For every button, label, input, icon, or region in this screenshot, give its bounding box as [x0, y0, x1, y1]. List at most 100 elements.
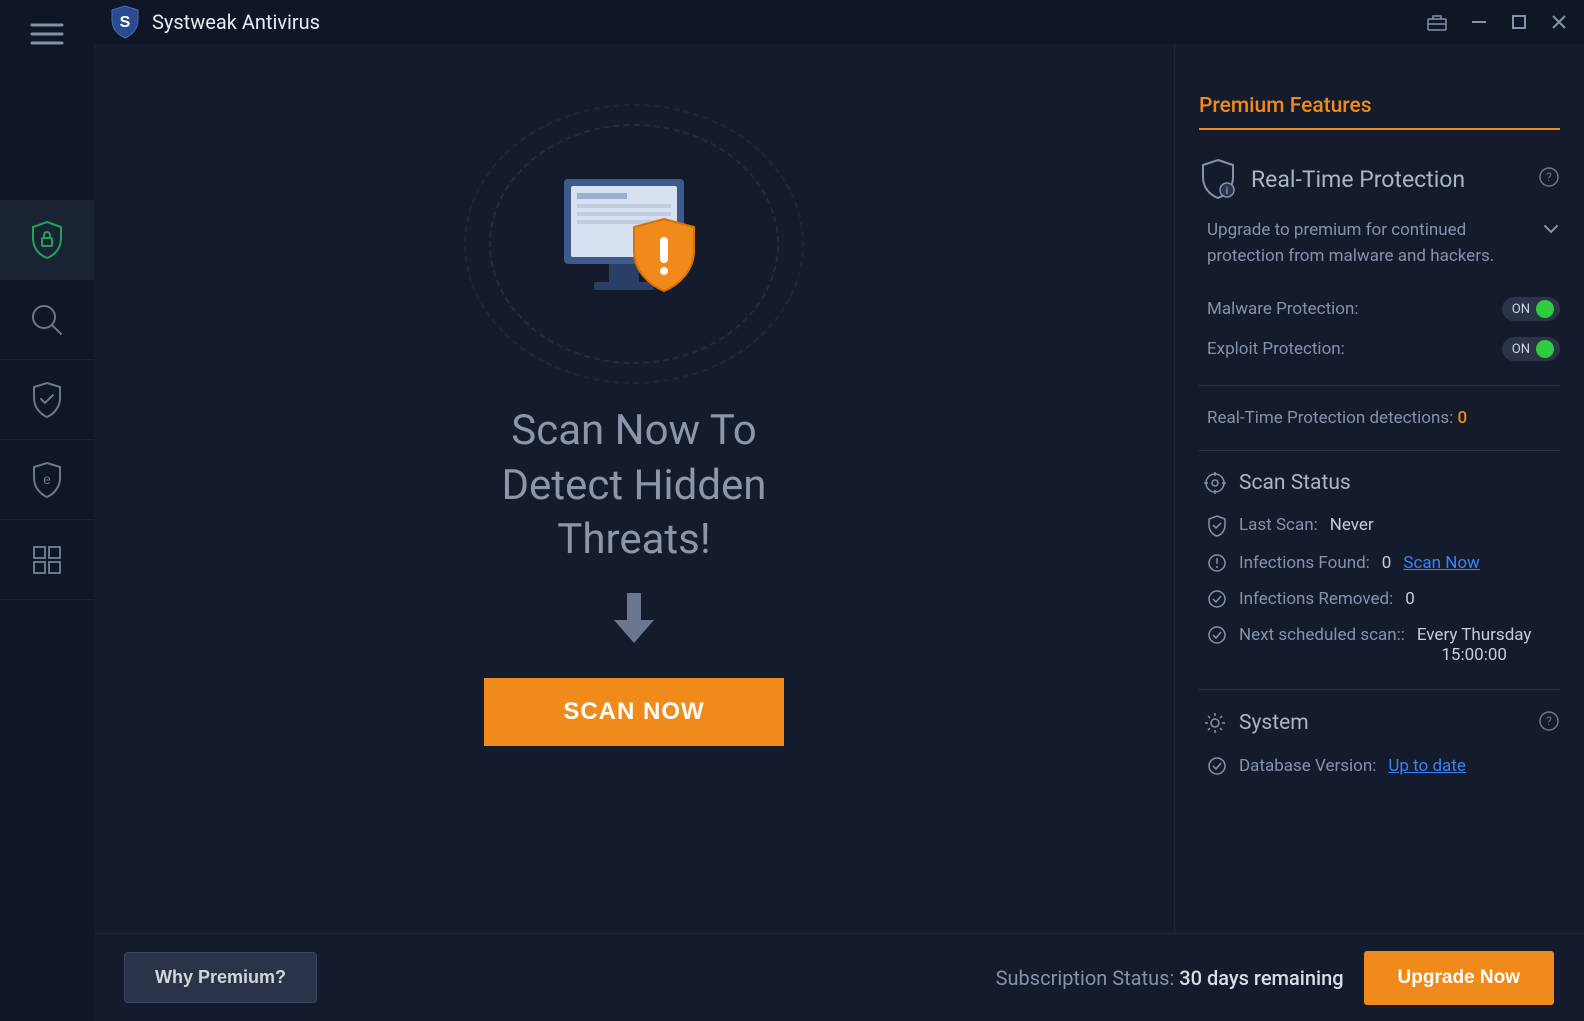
check-circle-icon	[1207, 756, 1227, 776]
toolbox-button[interactable]	[1426, 12, 1448, 32]
system-title: System	[1239, 711, 1309, 735]
last-scan-label: Last Scan:	[1239, 515, 1318, 535]
malware-protection-toggle[interactable]: ON	[1502, 297, 1560, 321]
svg-text:i: i	[1226, 186, 1229, 197]
malware-protection-row: Malware Protection: ON	[1199, 289, 1560, 329]
realtime-description: Upgrade to premium for continued protect…	[1207, 218, 1532, 269]
close-button[interactable]	[1550, 13, 1568, 31]
detections-row: Real-Time Protection detections: 0	[1199, 402, 1560, 434]
infections-found-row: Infections Found: 0 Scan Now	[1199, 545, 1560, 581]
next-scan-label: Next scheduled scan::	[1239, 625, 1405, 645]
chevron-down-icon	[1542, 223, 1560, 235]
maximize-button[interactable]	[1510, 13, 1528, 31]
check-circle-icon	[1207, 589, 1227, 609]
realtime-expand-button[interactable]	[1542, 218, 1560, 244]
app-root: e S Systweak Antivirus	[0, 0, 1584, 1021]
app-logo: S Systweak Antivirus	[110, 5, 320, 39]
next-scan-row: Next scheduled scan:: Every Thursday 15:…	[1199, 617, 1560, 673]
subscription-status: Subscription Status: 30 days remaining	[996, 966, 1344, 990]
last-scan-row: Last Scan: Never	[1199, 507, 1560, 545]
svg-text:e: e	[43, 471, 51, 487]
logo-shield-icon: S	[110, 5, 140, 39]
next-scan-value: Every Thursday	[1417, 625, 1532, 645]
premium-features-header: Premium Features	[1199, 94, 1560, 130]
minimize-icon	[1470, 13, 1488, 31]
shield-check-icon	[30, 381, 64, 419]
sidebar-item-quarantine[interactable]	[0, 360, 94, 440]
minimize-button[interactable]	[1470, 13, 1488, 31]
system-help-button[interactable]: ?	[1538, 710, 1560, 736]
exploit-protection-row: Exploit Protection: ON	[1199, 329, 1560, 369]
malware-protection-label: Malware Protection:	[1207, 299, 1358, 319]
sidebar: e	[0, 0, 94, 1021]
help-icon: ?	[1538, 710, 1560, 732]
svg-text:?: ?	[1546, 714, 1552, 728]
next-scan-time: 15:00:00	[1417, 645, 1532, 665]
toggle-knob	[1536, 300, 1554, 318]
footer-bar: Why Premium? Subscription Status: 30 day…	[94, 933, 1584, 1021]
shield-small-icon	[1207, 515, 1227, 537]
window-controls	[1426, 12, 1568, 32]
scan-now-link[interactable]: Scan Now	[1403, 553, 1479, 573]
menu-hamburger-button[interactable]	[0, 8, 94, 60]
subscription-value: 30 days remaining	[1179, 966, 1343, 990]
upgrade-now-button[interactable]: Upgrade Now	[1364, 951, 1554, 1005]
detections-count: 0	[1457, 408, 1467, 428]
close-icon	[1550, 13, 1568, 31]
sidebar-item-protection[interactable]	[0, 200, 94, 280]
hamburger-icon	[30, 22, 64, 46]
malware-toggle-text: ON	[1512, 302, 1530, 317]
system-header: System ?	[1199, 706, 1560, 748]
search-icon	[30, 303, 64, 337]
gear-icon	[1203, 711, 1227, 735]
sidebar-item-apps[interactable]	[0, 520, 94, 600]
db-version-link[interactable]: Up to date	[1388, 756, 1466, 776]
infections-removed-label: Infections Removed:	[1239, 589, 1393, 609]
monitor-shield-icon	[549, 169, 719, 319]
content-area: Scan Now To Detect Hidden Threats! SCAN …	[94, 44, 1584, 933]
exploit-protection-toggle[interactable]: ON	[1502, 337, 1560, 361]
target-icon	[1203, 471, 1227, 495]
subscription-label: Subscription Status:	[996, 966, 1175, 990]
scan-status-title: Scan Status	[1239, 471, 1351, 495]
svg-text:S: S	[120, 14, 131, 31]
titlebar: S Systweak Antivirus	[94, 0, 1584, 44]
shield-lock-icon	[29, 220, 65, 260]
infections-found-value: 0	[1382, 553, 1392, 573]
shield-info-icon: i	[1199, 158, 1237, 200]
shield-e-icon: e	[30, 461, 64, 499]
infections-removed-value: 0	[1405, 589, 1415, 609]
maximize-icon	[1510, 13, 1528, 31]
toggle-knob	[1536, 340, 1554, 358]
realtime-protection-header: i Real-Time Protection ?	[1199, 158, 1560, 200]
check-circle-icon	[1207, 625, 1227, 645]
grid-icon	[32, 545, 62, 575]
app-title: Systweak Antivirus	[152, 10, 320, 34]
last-scan-value: Never	[1330, 515, 1374, 535]
db-version-row: Database Version: Up to date	[1199, 748, 1560, 784]
realtime-description-row: Upgrade to premium for continued protect…	[1199, 218, 1560, 269]
arrow-down-icon	[609, 588, 659, 648]
hero-graphic	[454, 124, 814, 364]
why-premium-button[interactable]: Why Premium?	[124, 952, 317, 1003]
exploit-protection-label: Exploit Protection:	[1207, 339, 1345, 359]
exploit-toggle-text: ON	[1512, 342, 1530, 357]
sidebar-item-scan[interactable]	[0, 280, 94, 360]
hero-headline-l1: Scan Now To	[501, 404, 766, 459]
detections-label: Real-Time Protection detections:	[1207, 408, 1453, 428]
main-area: S Systweak Antivirus	[94, 0, 1584, 1021]
hero-headline-l2: Detect Hidden	[501, 459, 766, 514]
hero-headline-l3: Threats!	[501, 513, 766, 568]
info-circle-icon	[1207, 553, 1227, 573]
sidebar-item-web[interactable]: e	[0, 440, 94, 520]
hero-headline: Scan Now To Detect Hidden Threats!	[501, 404, 766, 568]
infections-found-label: Infections Found:	[1239, 553, 1370, 573]
right-panel: Premium Features i Real-Time Protection …	[1174, 44, 1584, 933]
db-version-label: Database Version:	[1239, 756, 1376, 776]
realtime-help-button[interactable]: ?	[1538, 166, 1560, 192]
help-icon: ?	[1538, 166, 1560, 188]
center-panel: Scan Now To Detect Hidden Threats! SCAN …	[94, 44, 1174, 933]
realtime-title: Real-Time Protection	[1251, 166, 1465, 193]
scan-now-button[interactable]: SCAN NOW	[484, 678, 784, 746]
svg-text:?: ?	[1546, 170, 1552, 184]
